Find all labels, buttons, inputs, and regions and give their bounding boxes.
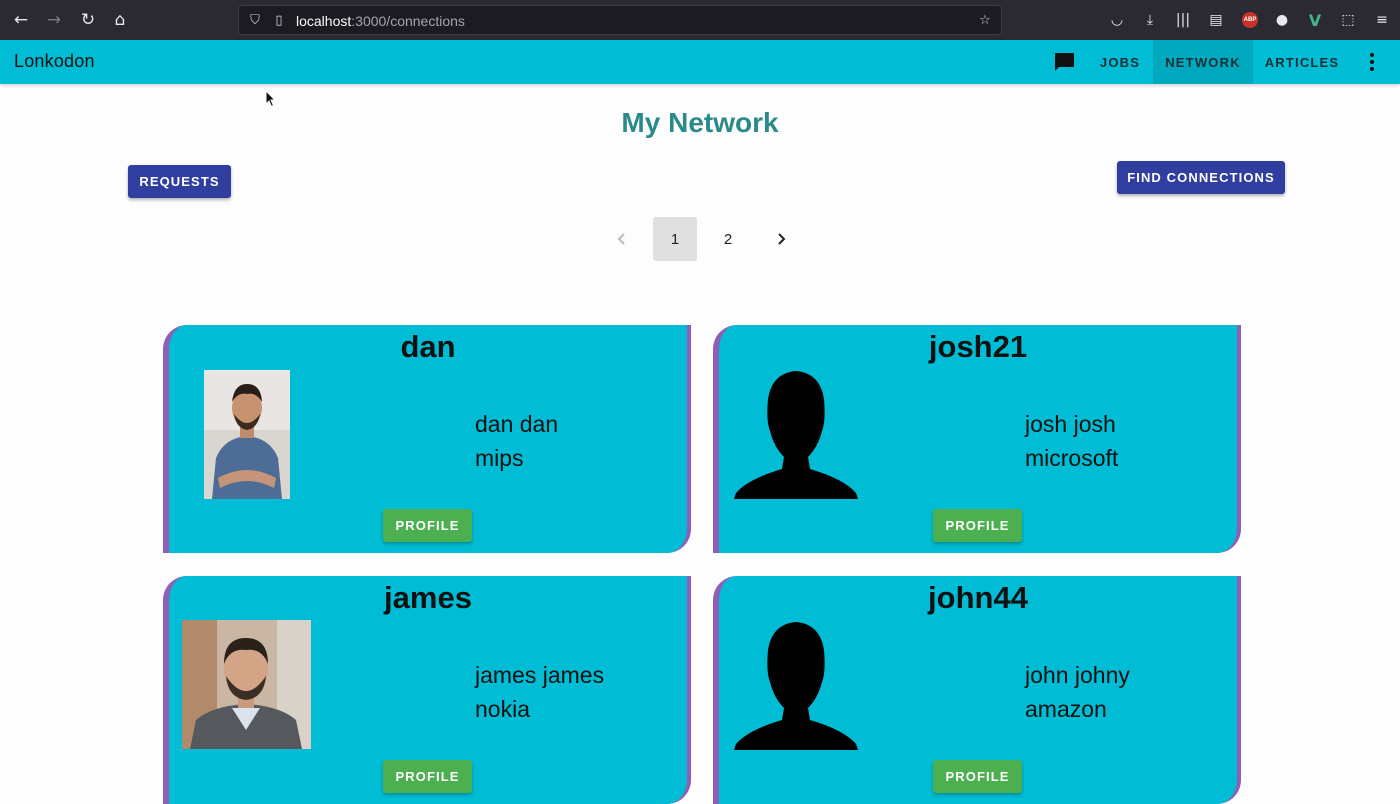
connection-card: josh21 josh josh microsoft PROFILE xyxy=(713,325,1241,553)
chevron-right-icon[interactable] xyxy=(759,217,803,261)
shield-icon[interactable]: ⛉ xyxy=(247,12,263,28)
card-details: dan dan mips xyxy=(475,407,558,475)
avatar xyxy=(182,620,311,749)
url-host: localhost xyxy=(296,13,352,29)
brand-title[interactable]: Lonkodon xyxy=(14,51,95,72)
card-full-name: dan dan xyxy=(475,411,559,437)
card-details: john johny amazon xyxy=(1025,658,1130,726)
reader-view-icon[interactable]: ▤ xyxy=(1206,10,1226,30)
chevron-left-icon[interactable] xyxy=(600,217,644,261)
app-bar: Lonkodon JOBS NETWORK ARTICLES xyxy=(0,40,1400,84)
page-title: My Network xyxy=(621,107,779,138)
card-details: james james nokia xyxy=(475,658,604,726)
menu-icon[interactable]: ≡ xyxy=(1372,10,1392,30)
browser-toolbar: ← → ↻ ⌂ ⛉ ▯ localhost:3000/connections ☆… xyxy=(0,0,1400,40)
avatar-silhouette-icon xyxy=(734,622,858,750)
card-company: mips xyxy=(475,445,524,471)
extension-ball-icon[interactable]: ● xyxy=(1272,10,1292,30)
extensions-icon[interactable]: ⬚ xyxy=(1338,10,1358,30)
requests-button[interactable]: REQUESTS xyxy=(128,165,231,198)
url-text[interactable]: localhost:3000/connections xyxy=(296,13,465,29)
card-username: dan xyxy=(400,329,456,364)
avatar xyxy=(204,370,290,499)
reload-icon[interactable]: ↻ xyxy=(76,8,100,32)
card-company: nokia xyxy=(475,696,530,722)
pocket-icon[interactable]: ◡ xyxy=(1107,10,1127,30)
forward-icon[interactable]: → xyxy=(42,8,66,32)
card-details: josh josh microsoft xyxy=(1025,407,1118,475)
profile-button[interactable]: PROFILE xyxy=(383,509,472,542)
adblock-icon[interactable]: ABP xyxy=(1242,12,1258,28)
find-connections-button[interactable]: FIND CONNECTIONS xyxy=(1117,161,1285,194)
card-company: amazon xyxy=(1025,696,1107,722)
card-full-name: james james xyxy=(475,662,605,688)
library-icon[interactable]: ||| xyxy=(1173,10,1193,30)
connection-card: james james james nokia PROFILE xyxy=(163,576,691,804)
card-username: josh21 xyxy=(928,329,1028,364)
card-company: microsoft xyxy=(1025,445,1119,471)
more-vert-icon[interactable] xyxy=(1364,52,1380,72)
card-full-name: john johny xyxy=(1025,662,1130,688)
nav-jobs[interactable]: JOBS xyxy=(1090,40,1150,84)
nav-articles[interactable]: ARTICLES xyxy=(1256,40,1348,84)
url-bar[interactable]: ⛉ ▯ localhost:3000/connections ☆ xyxy=(238,5,1002,35)
nav-network[interactable]: NETWORK xyxy=(1153,40,1253,84)
card-username: james xyxy=(384,580,472,615)
avatar-silhouette-icon xyxy=(734,371,858,499)
bookmark-star-icon[interactable]: ☆ xyxy=(977,12,993,28)
home-icon[interactable]: ⌂ xyxy=(108,8,132,32)
page-2-button[interactable]: 2 xyxy=(706,217,750,261)
page-icon: ▯ xyxy=(275,12,283,28)
chat-icon[interactable] xyxy=(1053,52,1075,72)
card-username: john44 xyxy=(928,580,1028,615)
download-icon[interactable]: ⤓ xyxy=(1140,10,1160,30)
connection-card: john44 john johny amazon PROFILE xyxy=(713,576,1241,804)
vue-devtools-icon[interactable]: V xyxy=(1305,10,1325,30)
profile-button[interactable]: PROFILE xyxy=(933,509,1022,542)
url-path: :3000/connections xyxy=(351,13,465,29)
card-full-name: josh josh xyxy=(1025,411,1116,437)
back-icon[interactable]: ← xyxy=(9,8,33,32)
mouse-cursor-icon xyxy=(265,90,277,108)
page-1-button[interactable]: 1 xyxy=(653,217,697,261)
connection-card: dan dan dan mips PROFILE xyxy=(163,325,691,553)
